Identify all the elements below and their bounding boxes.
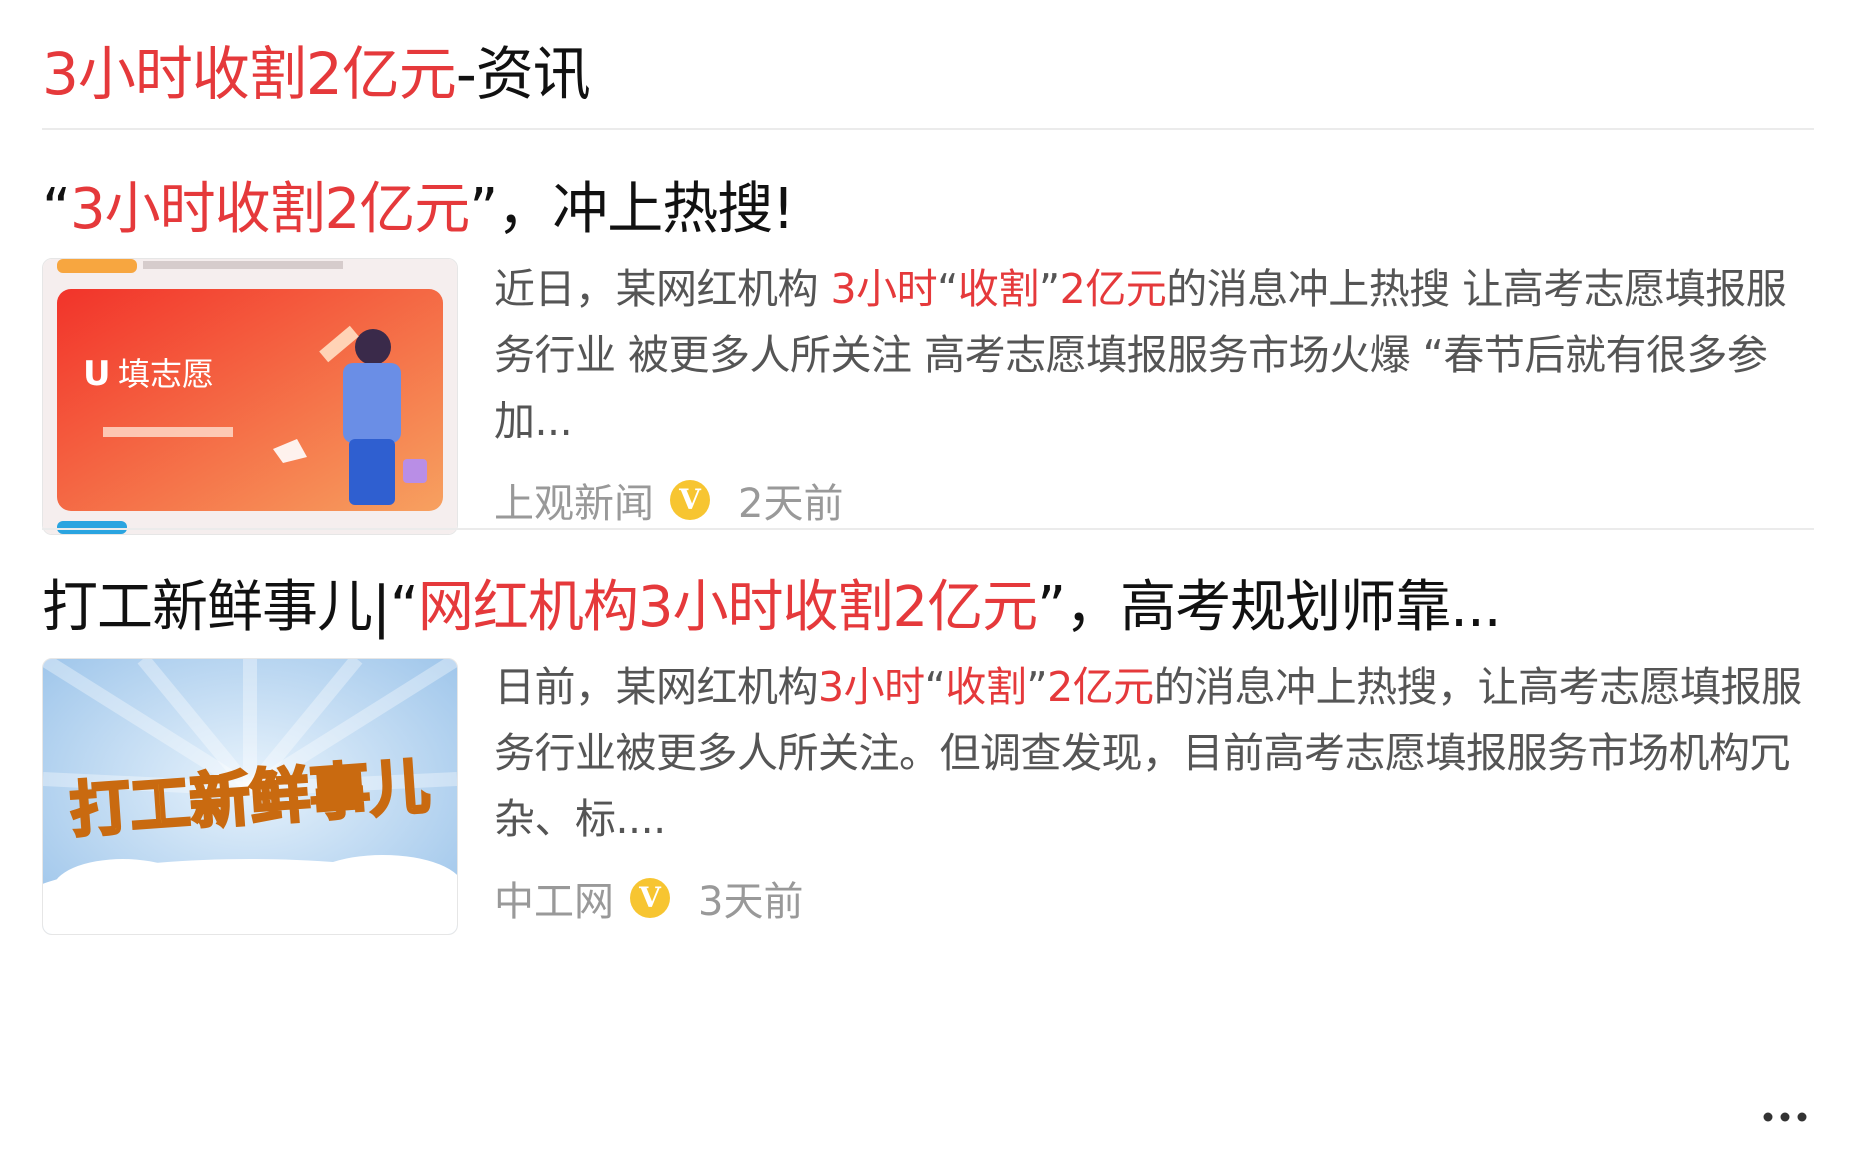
article-thumbnail[interactable]: U 填志愿	[42, 258, 458, 535]
source-name[interactable]: 上观新闻	[494, 471, 654, 529]
news-title[interactable]: 打工新鲜事儿|“网红机构3小时收割2亿元”，高考规划师靠...	[42, 568, 1502, 648]
verified-badge-letter: V	[679, 483, 701, 516]
article-meta: 中工网 V 3天前	[494, 868, 803, 928]
title-highlight: 3小时收割2亿元	[70, 177, 470, 242]
title-text: ”，高考规划师靠...	[1037, 575, 1501, 640]
publish-time: 2天前	[738, 481, 844, 527]
summary-text: 日前，某网红机构	[494, 663, 819, 711]
article-thumbnail-image: U 填志愿	[43, 259, 457, 534]
article-summary[interactable]: 近日，某网红机构 3小时“收割”2亿元的消息冲上热搜 让高考志愿填报服务行业 被…	[494, 256, 1814, 454]
verified-badge-icon: V	[670, 480, 710, 520]
section-title-highlight: 3小时收割2亿元	[42, 40, 457, 108]
summary-highlight: 3小时	[830, 265, 938, 313]
article-meta: 上观新闻 V 2天前	[494, 470, 843, 530]
section-title[interactable]: 3小时收割2亿元-资讯	[42, 34, 591, 114]
summary-text: ”	[1038, 265, 1060, 313]
more-dots-icon[interactable]	[1762, 1110, 1808, 1124]
article-summary[interactable]: 日前，某网红机构3小时“收割”2亿元的消息冲上热搜，让高考志愿填报服务行业被更多…	[494, 654, 1814, 852]
summary-text: ”	[1026, 663, 1048, 711]
news-title[interactable]: “3小时收割2亿元”，冲上热搜!	[42, 170, 795, 250]
verified-badge-letter: V	[639, 881, 661, 914]
summary-highlight: 2亿元	[1059, 265, 1167, 313]
title-highlight: 网红机构3小时收割2亿元	[417, 575, 1038, 640]
summary-highlight: 收割	[945, 663, 1027, 711]
news-body: 日前，某网红机构3小时“收割”2亿元的消息冲上热搜，让高考志愿填报服务行业被更多…	[494, 654, 1814, 925]
summary-text: “	[937, 265, 958, 313]
title-text: 打工新鲜事儿|“	[42, 575, 419, 640]
verified-badge-icon: V	[630, 878, 670, 918]
svg-text:U: U	[83, 354, 111, 394]
summary-text: “	[924, 663, 946, 711]
summary-highlight: 2亿元	[1047, 663, 1154, 711]
divider	[42, 528, 1814, 530]
summary-text: 近日，某网红机构	[494, 265, 831, 313]
article-thumbnail[interactable]: 打工新鲜事儿	[42, 658, 458, 935]
article-thumbnail-image: 打工新鲜事儿	[43, 659, 457, 934]
summary-highlight: 收割	[957, 265, 1040, 313]
section-title-suffix: -资讯	[455, 40, 591, 108]
news-body: 近日，某网红机构 3小时“收割”2亿元的消息冲上热搜 让高考志愿填报服务行业 被…	[494, 256, 1814, 527]
source-name[interactable]: 中工网	[494, 869, 614, 927]
publish-time: 3天前	[698, 879, 804, 925]
title-text: “	[42, 177, 71, 242]
divider	[42, 128, 1814, 130]
summary-highlight: 3小时	[818, 663, 925, 711]
thumbnail-caption: 填志愿	[118, 355, 214, 393]
title-text: ”，冲上热搜!	[469, 177, 794, 242]
